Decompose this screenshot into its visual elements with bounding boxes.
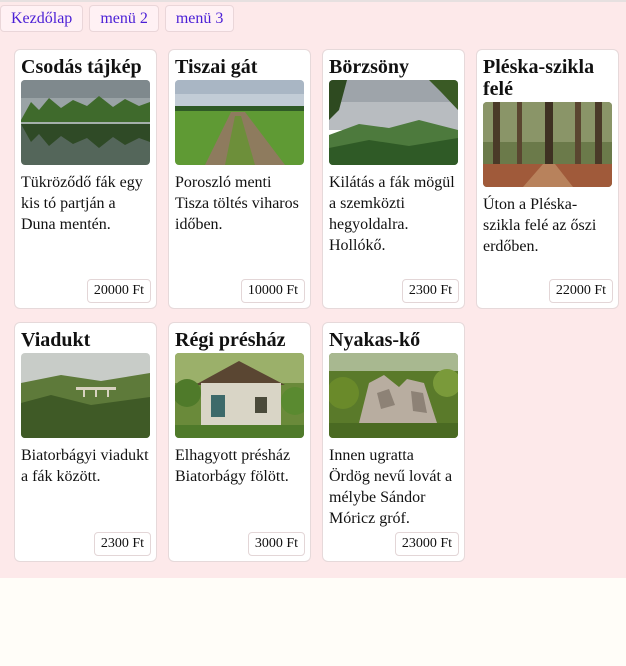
card-title: Csodás tájkép xyxy=(21,56,142,78)
old-press-house-image[interactable] xyxy=(175,353,304,438)
card-title: Börzsöny xyxy=(329,56,409,78)
levee-road-image[interactable] xyxy=(175,80,304,165)
lake-reflection-image[interactable] xyxy=(21,80,150,165)
product-card[interactable]: Börzsöny Kilátás a fák mögül a szemközti… xyxy=(322,49,465,309)
card-title: Tiszai gát xyxy=(175,56,258,78)
card-description: Tükröződő fák egy kis tó partján a Duna … xyxy=(21,174,143,233)
viaduct-valley-image[interactable] xyxy=(21,353,150,438)
price-badge: 20000 Ft xyxy=(86,279,151,303)
product-card[interactable]: Csodás tájkép Tükröződő fák egy kis tó p… xyxy=(14,49,157,309)
card-description: Úton a Pléska-szikla felé az őszi erdőbe… xyxy=(483,196,597,255)
card-description: Elhagyott présház Biatorbágy fölött. xyxy=(175,447,291,485)
card-title: Viadukt xyxy=(21,329,91,351)
product-card[interactable]: Viadukt Biatorbágyi viadukt a fák között… xyxy=(14,322,157,562)
price-badge: 22000 Ft xyxy=(548,279,613,303)
menu-item-3[interactable]: menü 3 xyxy=(164,5,235,32)
price-badge: 2300 Ft xyxy=(93,532,151,556)
card-title: Nyakas-kő xyxy=(329,329,421,351)
product-card[interactable]: Tiszai gát Poroszló menti Tisza töltés v… xyxy=(168,49,311,309)
autumn-forest-image[interactable] xyxy=(483,102,612,187)
price-badge: 3000 Ft xyxy=(247,532,305,556)
product-card[interactable]: Pléska-szikla felé Úton a Pléska-szikla … xyxy=(476,49,619,309)
price-badge: 23000 Ft xyxy=(394,532,459,556)
product-card[interactable]: Régi présház Elhagyott présház Biatorbág… xyxy=(168,322,311,562)
card-title: Pléska-szikla felé xyxy=(483,56,595,100)
card-title: Régi présház xyxy=(175,329,286,351)
rock-formation-image[interactable] xyxy=(329,353,458,438)
page: Kezdőlap menü 2 menü 3 Csodás tájkép Tük… xyxy=(0,0,626,578)
menu-item-home[interactable]: Kezdőlap xyxy=(0,5,84,32)
price-badge: 2300 Ft xyxy=(401,279,459,303)
card-description: Kilátás a fák mögül a szemközti hegyolda… xyxy=(329,174,455,254)
card-description: Poroszló menti Tisza töltés viharos időb… xyxy=(175,174,299,233)
card-description: Biatorbágyi viadukt a fák között. xyxy=(21,447,149,485)
mountain-view-image[interactable] xyxy=(329,80,458,165)
card-description: Innen ugratta Ördög nevű lovát a mélybe … xyxy=(329,447,453,527)
product-card[interactable]: Nyakas-kő Innen ugratta Ördög nevű lovát… xyxy=(322,322,465,562)
menu-item-2[interactable]: menü 2 xyxy=(89,5,159,32)
main-menu: Kezdőlap menü 2 menü 3 xyxy=(0,2,626,32)
product-grid: Csodás tájkép Tükröződő fák egy kis tó p… xyxy=(14,49,619,562)
price-badge: 10000 Ft xyxy=(240,279,305,303)
